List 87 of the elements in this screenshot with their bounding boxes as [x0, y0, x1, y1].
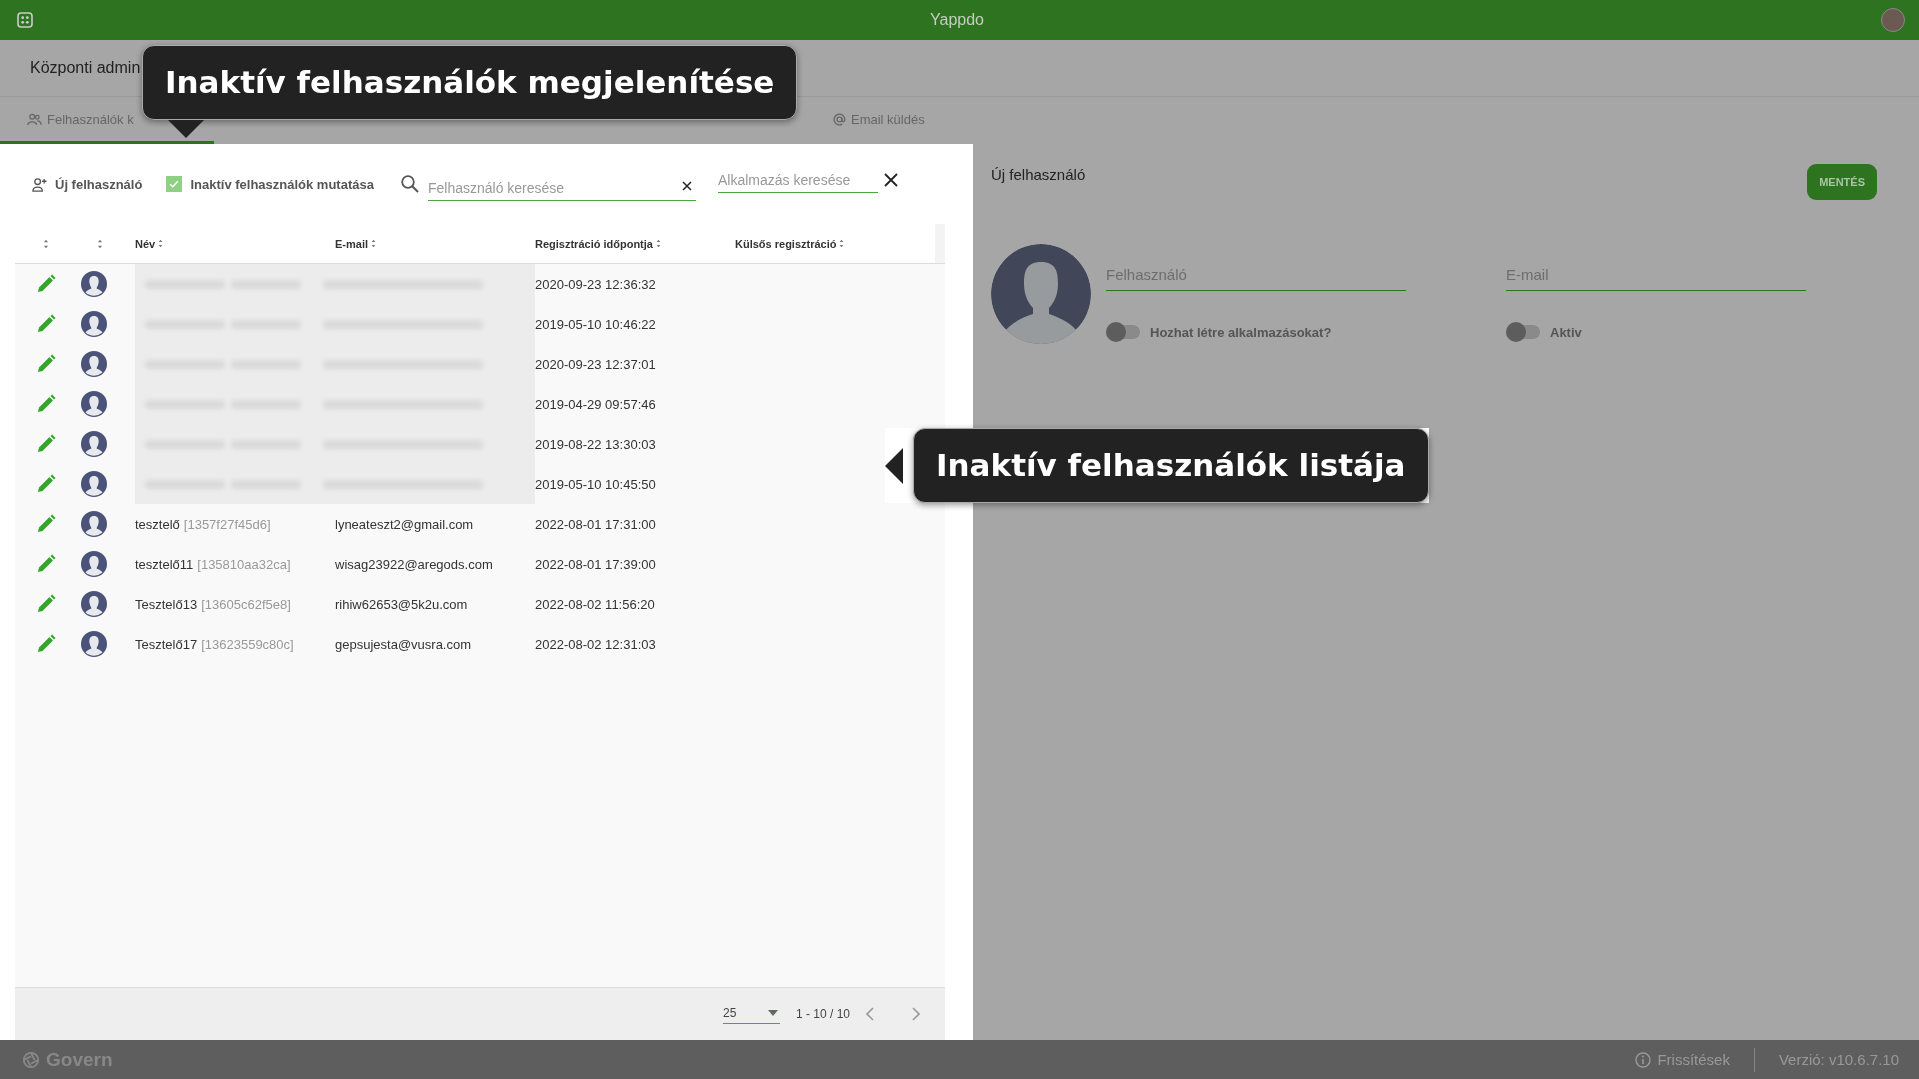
- callout-pointer: [168, 120, 204, 139]
- column-header[interactable]: Név: [135, 237, 156, 250]
- email-cell: rihiw62653@5k2u.com: [335, 596, 468, 612]
- dropdown-caret-icon: [767, 1010, 778, 1016]
- users-icon: [27, 112, 42, 126]
- chevron-right-icon[interactable]: [912, 1007, 920, 1021]
- user-id: [13605c62f5e8]: [201, 596, 291, 612]
- pencil-icon[interactable]: [36, 594, 56, 614]
- sort-icon[interactable]: [43, 238, 49, 249]
- toggle-switch[interactable]: [1506, 325, 1540, 340]
- avatar-icon: [81, 271, 107, 297]
- pencil-icon[interactable]: [36, 314, 56, 334]
- user-id: [13623559c80c]: [201, 636, 294, 652]
- avatar-icon: [81, 591, 107, 617]
- sort-icon[interactable]: [655, 239, 661, 248]
- add-user-icon: [32, 176, 47, 192]
- text-field[interactable]: Felhasználó: [1106, 258, 1406, 291]
- app-search-field[interactable]: Alkalmazás keresése: [717, 167, 878, 193]
- search-icon: [399, 174, 420, 194]
- user-name: tesztelő: [135, 516, 180, 532]
- clear-icon[interactable]: [681, 181, 692, 191]
- sort-icon[interactable]: [371, 239, 376, 248]
- email-cell: lyneateszt2@gmail.com: [335, 516, 474, 532]
- info-icon[interactable]: [1635, 1051, 1652, 1068]
- toggle-switch[interactable]: [1106, 325, 1140, 340]
- panel-title: Új felhasználó: [991, 166, 1086, 183]
- avatar-icon: [81, 631, 107, 657]
- avatar-icon: [81, 471, 107, 497]
- user-avatar[interactable]: [1881, 8, 1905, 32]
- user-name: tesztelő11: [135, 556, 194, 572]
- date-cell: 2022-08-02 12:31:03: [535, 636, 656, 652]
- close-icon[interactable]: [883, 173, 898, 187]
- checkbox-label: Inaktív felhasználók mutatása: [190, 176, 374, 192]
- email-cell: wisag23922@aregods.com: [335, 556, 493, 572]
- avatar-icon: [81, 431, 107, 457]
- column-header[interactable]: E-mail: [335, 237, 368, 250]
- profile-silhouette-icon: [991, 244, 1091, 344]
- checkbox[interactable]: [166, 176, 183, 192]
- pencil-icon[interactable]: [36, 554, 56, 574]
- column-header[interactable]: Külsős regisztráció: [735, 237, 837, 250]
- apps-grid-icon[interactable]: [17, 12, 33, 28]
- date-cell: 2020-09-23 12:36:32: [535, 276, 656, 292]
- email-cell: gepsujesta@vusra.com: [335, 636, 472, 652]
- switch-label: Hozhat létre alkalmazásokat?: [1150, 324, 1332, 340]
- callout-tooltip: Inaktív felhasználók listája: [913, 428, 1429, 504]
- sort-icon[interactable]: [839, 239, 845, 248]
- avatar-icon: [81, 551, 107, 577]
- user-id: [135810aa32ca]: [197, 556, 291, 572]
- pencil-icon[interactable]: [36, 394, 56, 414]
- sort-icon[interactable]: [158, 239, 164, 248]
- date-cell: 2020-09-23 12:37:01: [535, 356, 656, 372]
- date-cell: 2019-05-10 10:46:22: [535, 316, 656, 332]
- callout-tooltip: Inaktív felhasználók megjelenítése: [142, 45, 798, 121]
- date-cell: 2019-08-22 13:30:03: [535, 436, 656, 452]
- date-cell: 2022-08-01 17:31:00: [535, 516, 656, 532]
- new-user-button[interactable]: Új felhasználó: [32, 176, 143, 192]
- switch-label: Aktiv: [1550, 324, 1582, 340]
- version-text: Verzió: v10.6.7.10: [1778, 1051, 1899, 1068]
- date-cell: 2019-04-29 09:57:46: [535, 396, 656, 412]
- user-id: [1357f27f45d6]: [183, 516, 271, 532]
- date-cell: 2022-08-02 11:56:20: [535, 596, 655, 612]
- text-field[interactable]: E-mail: [1506, 258, 1806, 291]
- checkmark-icon: [168, 178, 181, 190]
- user-search-field[interactable]: Felhasználó keresése: [427, 175, 696, 201]
- page-range: 1 - 10 / 10: [795, 1007, 850, 1021]
- pencil-icon[interactable]: [36, 474, 56, 494]
- date-cell: 2022-08-01 17:39:00: [535, 556, 656, 572]
- user-name: Tesztelő13: [135, 596, 198, 612]
- at-sign-icon: [833, 112, 846, 126]
- pencil-icon[interactable]: [36, 354, 56, 374]
- page-title: Központi admin: [30, 59, 141, 77]
- pencil-icon[interactable]: [36, 434, 56, 454]
- user-name: Tesztelő17: [135, 636, 198, 652]
- pencil-icon[interactable]: [36, 634, 56, 654]
- chevron-left-icon[interactable]: [866, 1007, 874, 1021]
- shutter-logo-icon: [22, 1050, 40, 1069]
- avatar-icon: [81, 311, 107, 337]
- avatar-icon: [81, 351, 107, 377]
- date-cell: 2019-05-10 10:45:50: [535, 476, 656, 492]
- avatar-icon: [81, 391, 107, 417]
- pencil-icon[interactable]: [36, 274, 56, 294]
- page-size-select[interactable]: 25: [722, 1004, 780, 1024]
- sort-icon[interactable]: [97, 238, 103, 249]
- column-header[interactable]: Regisztráció időpontja: [535, 237, 653, 250]
- avatar-icon: [81, 511, 107, 537]
- app-title: Yappdo: [929, 11, 985, 29]
- pencil-icon[interactable]: [36, 514, 56, 534]
